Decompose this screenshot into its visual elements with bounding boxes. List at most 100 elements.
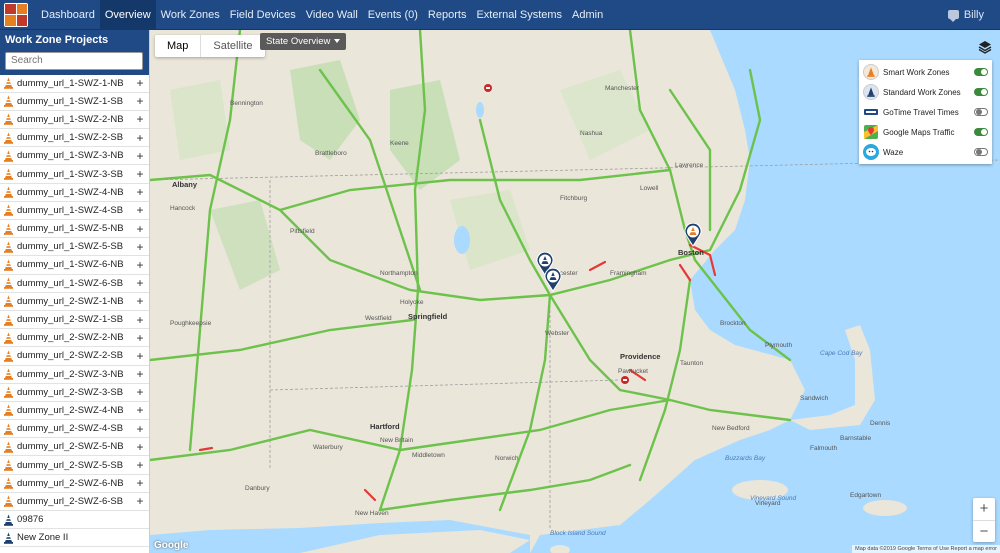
nav-field-devices[interactable]: Field Devices [225, 0, 301, 30]
project-item[interactable]: dummy_url_2-SWZ-3-SB + [0, 384, 149, 402]
nav-video-wall[interactable]: Video Wall [301, 0, 363, 30]
expand-plus-icon[interactable]: + [133, 77, 147, 89]
project-item[interactable]: dummy_url_2-SWZ-2-NB + [0, 329, 149, 348]
state-overview-dropdown[interactable]: State Overview [260, 33, 347, 50]
place-label: Waterbury [313, 444, 343, 451]
project-item[interactable]: dummy_url_1-SWZ-6-SB + [0, 275, 149, 293]
nav-overview[interactable]: Overview [99, 0, 156, 30]
expand-plus-icon[interactable]: + [133, 186, 147, 198]
zoom-control: + − [973, 498, 995, 542]
expand-plus-icon[interactable]: + [133, 223, 147, 235]
expand-plus-icon[interactable]: + [133, 441, 147, 453]
smart-cone-icon [4, 223, 13, 235]
expand-plus-icon[interactable]: + [133, 241, 147, 253]
expand-plus-icon[interactable]: + [133, 277, 147, 289]
project-item[interactable]: dummy_url_2-SWZ-4-SB + [0, 420, 149, 439]
smart-cone-icon [4, 168, 13, 180]
project-item[interactable]: dummy_url_1-SWZ-4-NB + [0, 184, 149, 202]
project-label: dummy_url_2-SWZ-1-SB [17, 314, 124, 326]
expand-plus-icon[interactable]: + [133, 132, 147, 144]
work-zone-marker[interactable] [544, 267, 562, 292]
project-item[interactable]: dummy_url_1-SWZ-2-NB + [0, 111, 149, 130]
expand-plus-icon[interactable]: + [133, 113, 147, 125]
app-logo[interactable] [4, 2, 28, 27]
project-item[interactable]: dummy_url_2-SWZ-1-SB + [0, 311, 149, 330]
expand-plus-icon[interactable]: + [133, 386, 147, 398]
search-input[interactable] [5, 51, 143, 70]
project-label: dummy_url_1-SWZ-3-NB [17, 150, 124, 162]
user-name[interactable]: Billy [964, 9, 984, 21]
place-label: Northampton [380, 270, 418, 277]
place-label: Webster [545, 330, 570, 337]
project-item[interactable]: dummy_url_1-SWZ-6-NB + [0, 256, 149, 275]
expand-plus-icon[interactable]: + [133, 459, 147, 471]
project-item[interactable]: 09876 [0, 511, 149, 530]
tab-satellite[interactable]: Satellite [201, 35, 264, 57]
expand-plus-icon[interactable]: + [133, 495, 147, 507]
project-item[interactable]: dummy_url_2-SWZ-5-NB + [0, 438, 149, 457]
project-item[interactable]: dummy_url_2-SWZ-4-NB + [0, 402, 149, 421]
legend-row-standard-cone: Standard Work Zones [863, 82, 988, 102]
expand-plus-icon[interactable]: + [133, 168, 147, 180]
nav-admin[interactable]: Admin [567, 0, 608, 30]
project-item[interactable]: dummy_url_1-SWZ-5-NB + [0, 220, 149, 239]
layer-toggle[interactable] [974, 148, 988, 156]
smart-cone-icon [4, 186, 13, 199]
work-zone-marker[interactable] [684, 222, 702, 247]
nav-external-systems[interactable]: External Systems [471, 0, 567, 30]
nav-work-zones[interactable]: Work Zones [156, 0, 225, 30]
user-menu[interactable]: Billy [947, 9, 1000, 22]
expand-plus-icon[interactable]: + [133, 259, 147, 271]
expand-plus-icon[interactable]: + [133, 314, 147, 326]
zoom-in-button[interactable]: + [973, 498, 995, 520]
project-item[interactable]: dummy_url_2-SWZ-6-NB + [0, 475, 149, 493]
layer-toggle[interactable] [974, 128, 988, 136]
sidebar-header: Work Zone Projects [0, 30, 149, 75]
project-item[interactable]: dummy_url_2-SWZ-1-NB + [0, 293, 149, 311]
nav-events-0[interactable]: Events (0) [363, 0, 423, 30]
project-item[interactable]: dummy_url_1-SWZ-3-SB + [0, 165, 149, 184]
project-label: dummy_url_1-SWZ-2-NB [17, 113, 124, 125]
expand-plus-icon[interactable]: + [133, 150, 147, 162]
place-label: Lowell [640, 185, 659, 192]
expand-plus-icon[interactable]: + [133, 332, 147, 344]
tab-map[interactable]: Map [155, 35, 202, 57]
project-item[interactable]: dummy_url_2-SWZ-2-SB + [0, 347, 149, 366]
expand-plus-icon[interactable]: + [133, 295, 147, 307]
map-canvas[interactable]: Albany Springfield Hartford Boston Worcester… [150, 30, 1000, 553]
smart-cone-icon [4, 459, 13, 471]
project-item[interactable]: dummy_url_2-SWZ-5-SB + [0, 456, 149, 475]
project-item[interactable]: dummy_url_2-SWZ-6-SB + [0, 493, 149, 511]
project-label: dummy_url_1-SWZ-4-SB [17, 204, 124, 216]
place-label: Hartford [370, 422, 400, 431]
layer-toggle[interactable] [974, 88, 988, 96]
expand-plus-icon[interactable]: + [133, 477, 147, 489]
project-label: dummy_url_2-SWZ-6-NB [17, 477, 124, 489]
expand-plus-icon[interactable]: + [133, 368, 147, 380]
project-item[interactable]: dummy_url_1-SWZ-4-SB + [0, 202, 149, 220]
project-item[interactable]: dummy_url_1-SWZ-3-NB + [0, 147, 149, 166]
nav-dashboard[interactable]: Dashboard [36, 0, 100, 30]
place-label: Barnstable [840, 435, 872, 442]
zoom-out-button[interactable]: − [973, 520, 995, 542]
google-logo[interactable]: Google [154, 540, 188, 551]
project-item[interactable]: dummy_url_1-SWZ-1-NB + [0, 75, 149, 93]
smart-cone-icon [4, 386, 13, 399]
project-item[interactable]: dummy_url_1-SWZ-1-SB + [0, 93, 149, 111]
layer-toggle[interactable] [974, 68, 988, 76]
expand-plus-icon[interactable]: + [133, 95, 147, 107]
project-item[interactable]: dummy_url_2-SWZ-3-NB + [0, 366, 149, 384]
project-item[interactable]: dummy_url_1-SWZ-2-SB + [0, 129, 149, 148]
smart-cone-icon [4, 368, 13, 380]
expand-plus-icon[interactable]: + [133, 404, 147, 416]
layer-toggle[interactable] [974, 108, 988, 116]
expand-plus-icon[interactable]: + [133, 423, 147, 435]
expand-plus-icon[interactable]: + [133, 350, 147, 362]
map-attribution[interactable]: Map data ©2019 Google Terms of Use Repor… [852, 545, 1000, 553]
project-item[interactable]: New Zone II [0, 529, 149, 548]
nav-reports[interactable]: Reports [423, 0, 472, 30]
expand-plus-icon[interactable]: + [133, 204, 147, 216]
chat-icon[interactable] [947, 10, 959, 22]
layers-icon[interactable] [978, 40, 992, 54]
project-item[interactable]: dummy_url_1-SWZ-5-SB + [0, 238, 149, 257]
